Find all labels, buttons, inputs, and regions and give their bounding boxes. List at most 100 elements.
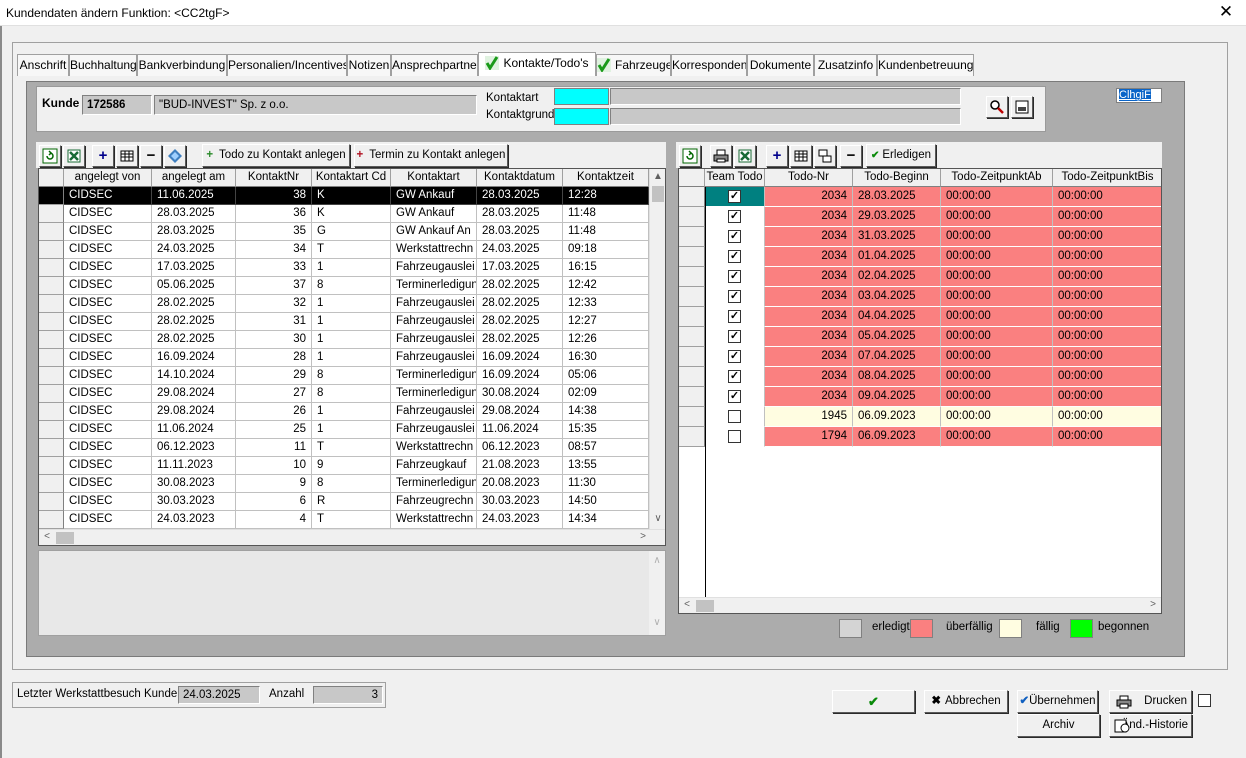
refresh-button[interactable]: [39, 145, 61, 167]
todo-row[interactable]: ✓ 2034 07.04.2025 00:00:00 00:00:00: [679, 347, 1161, 367]
contacts-grid[interactable]: angelegt von angelegt am KontaktNr Kontakta…: [38, 168, 666, 546]
todo-row[interactable]: ✓ 2034 31.03.2025 00:00:00 00:00:00: [679, 227, 1161, 247]
todos-col-header[interactable]: Todo-Nr: [765, 169, 853, 187]
todo-print-button[interactable]: [710, 145, 732, 167]
row-selector[interactable]: [39, 277, 64, 295]
team-todo-checkbox[interactable]: ✓: [728, 230, 741, 243]
row-selector[interactable]: [39, 493, 64, 511]
todo-delete-button[interactable]: −: [840, 145, 862, 167]
scroll-left-icon[interactable]: <: [39, 531, 55, 542]
expand-button[interactable]: [164, 145, 186, 167]
row-selector[interactable]: [679, 247, 705, 267]
todo-excel-button[interactable]: [734, 145, 756, 167]
tab-8[interactable]: Korrespondenz: [671, 54, 747, 76]
historie-button[interactable]: Änd.-Historie: [1109, 714, 1192, 737]
add-contact-button[interactable]: +: [92, 145, 114, 167]
todo-row[interactable]: 1945 06.09.2023 00:00:00 00:00:00: [679, 407, 1161, 427]
team-todo-checkbox[interactable]: ✓: [728, 270, 741, 283]
clhgif-field[interactable]: ClhgiF: [1119, 89, 1151, 101]
row-selector[interactable]: [39, 259, 64, 277]
todos-grid[interactable]: Team Todo Todo-Nr Todo-Beginn Todo-Zeitpunk…: [678, 168, 1162, 614]
tab-10[interactable]: Zusatzinfo: [814, 54, 877, 76]
table-row[interactable]: CIDSEC 28.03.2025 35 G GW Ankauf An 28.03.202…: [39, 223, 649, 241]
clear-button[interactable]: [1011, 96, 1033, 118]
table-row[interactable]: CIDSEC 28.02.2025 32 1 Fahrzeugauslei 28.02.2…: [39, 295, 649, 313]
todo-add-button[interactable]: +: [766, 145, 788, 167]
drucken-button[interactable]: Drucken: [1109, 690, 1192, 713]
contacts-col-header[interactable]: Kontaktart Cd: [312, 169, 391, 187]
termin-zu-kontakt-button[interactable]: + Termin zu Kontakt anlegen: [354, 144, 508, 167]
archiv-button[interactable]: Archiv: [1017, 714, 1100, 737]
table-row[interactable]: CIDSEC 28.02.2025 31 1 Fahrzeugauslei 28.02.2…: [39, 313, 649, 331]
row-selector[interactable]: [679, 207, 705, 227]
table-row[interactable]: CIDSEC 06.12.2023 11 T Werkstattrechn 06.12.2…: [39, 439, 649, 457]
contact-notes[interactable]: ∧ ∨: [38, 550, 666, 636]
tab-4[interactable]: Notizen: [347, 54, 391, 76]
tab-3[interactable]: Personalien/Incentives: [227, 54, 347, 76]
table-row[interactable]: CIDSEC 11.11.2023 10 9 Fahrzeugkauf 21.08.202…: [39, 457, 649, 475]
tab-11[interactable]: Kundenbetreuung: [877, 54, 974, 76]
row-selector[interactable]: [679, 387, 705, 407]
todo-row[interactable]: ✓ 2034 05.04.2025 00:00:00 00:00:00: [679, 327, 1161, 347]
row-selector[interactable]: [679, 347, 705, 367]
tab-9[interactable]: Dokumente: [747, 54, 814, 76]
table-row[interactable]: CIDSEC 11.06.2024 25 1 Fahrzeugauslei 11.06.2…: [39, 421, 649, 439]
row-selector[interactable]: [39, 313, 64, 331]
team-todo-checkbox[interactable]: ✓: [728, 190, 741, 203]
todos-hscroll[interactable]: < >: [679, 597, 1161, 613]
row-selector[interactable]: [39, 349, 64, 367]
contacts-col-header[interactable]: Kontaktart: [391, 169, 477, 187]
todos-col-header[interactable]: Todo-Beginn: [853, 169, 941, 187]
table-row[interactable]: CIDSEC 11.06.2025 38 K GW Ankauf 28.03.2025 12…: [39, 187, 649, 205]
tab-7[interactable]: Fahrzeuge: [596, 54, 671, 76]
row-selector[interactable]: [679, 227, 705, 247]
tab-5[interactable]: Ansprechpartner: [391, 54, 478, 76]
contacts-col-header[interactable]: Kontaktdatum: [477, 169, 563, 187]
team-todo-checkbox[interactable]: ✓: [728, 370, 741, 383]
row-selector[interactable]: [39, 187, 64, 205]
tab-2[interactable]: Bankverbindung: [137, 54, 227, 76]
table-row[interactable]: CIDSEC 05.06.2025 37 8 Terminerledigun 28.02.…: [39, 277, 649, 295]
close-icon[interactable]: ✕: [1216, 2, 1236, 22]
row-selector[interactable]: [679, 187, 705, 207]
todo-row[interactable]: ✓ 2034 28.03.2025 00:00:00 00:00:00: [679, 187, 1161, 207]
notes-vscroll[interactable]: ∧ ∨: [649, 551, 665, 635]
todo-row[interactable]: ✓ 2034 01.04.2025 00:00:00 00:00:00: [679, 247, 1161, 267]
todos-col-header[interactable]: Todo-ZeitpunktBis: [1053, 169, 1161, 187]
todo-refresh-button[interactable]: [679, 145, 701, 167]
todo-zu-kontakt-button[interactable]: + Todo zu Kontakt anlegen: [202, 144, 350, 167]
row-selector[interactable]: [39, 367, 64, 385]
scroll-up-icon[interactable]: ▲: [650, 171, 665, 182]
scroll-right-icon[interactable]: >: [635, 531, 651, 542]
todos-col-header[interactable]: Team Todo: [705, 169, 765, 187]
row-selector[interactable]: [679, 267, 705, 287]
row-selector[interactable]: [39, 223, 64, 241]
todo-row[interactable]: ✓ 2034 04.04.2025 00:00:00 00:00:00: [679, 307, 1161, 327]
kontaktgrund-code-field[interactable]: [554, 108, 609, 125]
team-todo-checkbox[interactable]: [728, 430, 741, 443]
contacts-col-header[interactable]: KontaktNr: [236, 169, 312, 187]
excel-export-button[interactable]: [63, 145, 85, 167]
row-selector[interactable]: [39, 295, 64, 313]
todo-row[interactable]: ✓ 2034 29.03.2025 00:00:00 00:00:00: [679, 207, 1161, 227]
team-todo-checkbox[interactable]: ✓: [728, 290, 741, 303]
row-selector[interactable]: [679, 287, 705, 307]
tab-6[interactable]: Kontakte/Todo's: [478, 52, 596, 76]
contacts-col-header[interactable]: angelegt am: [152, 169, 236, 187]
uebernehmen-button[interactable]: ✔Übernehmen: [1017, 690, 1098, 713]
table-row[interactable]: CIDSEC 14.10.2024 29 8 Terminerledigun 16.09.…: [39, 367, 649, 385]
table-row[interactable]: CIDSEC 28.03.2025 36 K GW Ankauf 28.03.2025 11…: [39, 205, 649, 223]
search-button[interactable]: [986, 96, 1008, 118]
todo-row[interactable]: ✓ 2034 03.04.2025 00:00:00 00:00:00: [679, 287, 1161, 307]
todo-row[interactable]: ✓ 2034 09.04.2025 00:00:00 00:00:00: [679, 387, 1161, 407]
contacts-col-header[interactable]: Kontaktzeit: [563, 169, 649, 187]
team-todo-checkbox[interactable]: ✓: [728, 210, 741, 223]
row-selector[interactable]: [679, 427, 705, 447]
table-row[interactable]: CIDSEC 29.08.2024 26 1 Fahrzeugauslei 29.08.2…: [39, 403, 649, 421]
table-row[interactable]: CIDSEC 24.03.2023 4 T Werkstattrechn 24.03.20…: [39, 511, 649, 529]
ok-button[interactable]: ✔: [832, 690, 915, 713]
row-selector[interactable]: [679, 407, 705, 427]
table-row[interactable]: CIDSEC 30.08.2023 9 8 Terminerledigun 20.08.2…: [39, 475, 649, 493]
row-selector[interactable]: [39, 205, 64, 223]
table-row[interactable]: CIDSEC 28.02.2025 30 1 Fahrzeugauslei 28.02.2…: [39, 331, 649, 349]
